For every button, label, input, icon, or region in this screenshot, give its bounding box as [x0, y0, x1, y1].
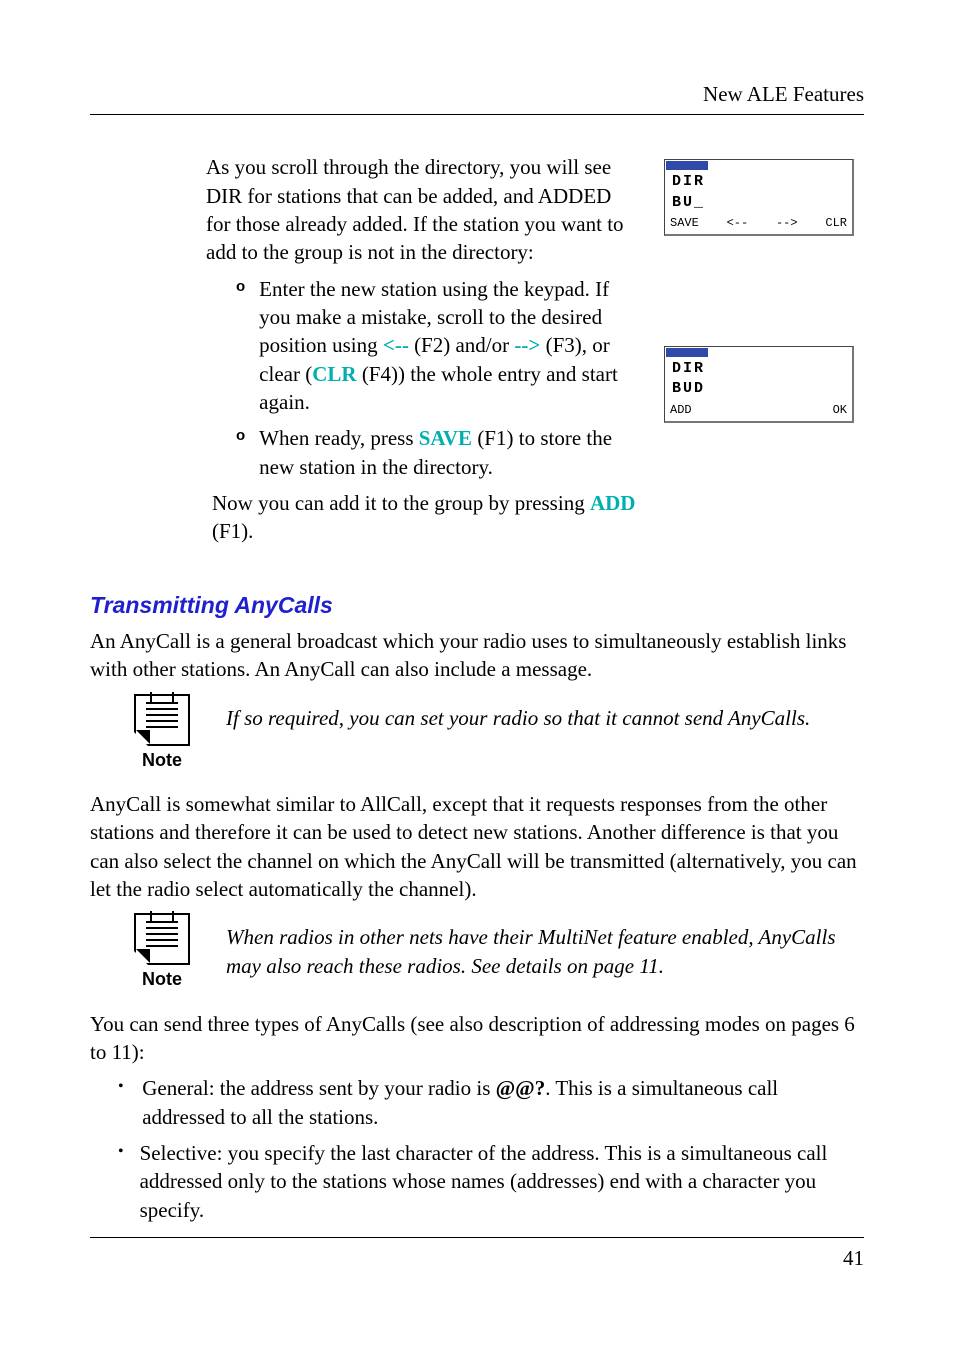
text: (F1).: [212, 519, 253, 543]
o-bullet-icon: o: [236, 424, 245, 481]
bullet-selective: • Selective: you specify the last charac…: [90, 1139, 864, 1224]
running-head: New ALE Features: [90, 80, 864, 115]
note-icon: [134, 694, 190, 746]
bullet-general: • General: the address sent by your radi…: [90, 1074, 864, 1131]
left-arrow-key: <--: [383, 333, 409, 357]
heading-transmitting-anycalls: Transmitting AnyCalls: [90, 590, 864, 621]
anycall-para-2: AnyCall is somewhat similar to AllCall, …: [90, 790, 864, 903]
lcd-screenshot-1: DIR BU_ SAVE <-- --> CLR: [664, 159, 854, 236]
lcd1-line1: DIR: [672, 172, 845, 192]
bullet-selective-text: Selective: you specify the last characte…: [140, 1139, 864, 1224]
note-2-text: When radios in other nets have their Mul…: [226, 913, 864, 980]
lcd-screenshot-2: DIR BUD ADD OK: [664, 346, 854, 423]
lcd1-line2: BU_: [672, 193, 845, 213]
sub-bullet-1-text: Enter the new station using the keypad. …: [259, 275, 640, 417]
page: New ALE Features As you scroll through t…: [0, 0, 954, 1352]
bullet-dot-icon: •: [118, 1139, 124, 1224]
lcd2-line1: DIR: [672, 359, 845, 379]
note-label: Note: [118, 967, 206, 991]
top-two-column: As you scroll through the directory, you…: [90, 153, 864, 545]
note-block-2: Note When radios in other nets have thei…: [90, 913, 864, 991]
right-arrow-key: -->: [514, 333, 540, 357]
top-text-block: As you scroll through the directory, you…: [90, 153, 640, 545]
lcd2-softkeys: ADD OK: [666, 402, 851, 420]
sub-bullet-2: o When ready, press SAVE (F1) to store t…: [206, 424, 640, 481]
motorola-logo: [666, 161, 708, 170]
bullet-dot-icon: •: [118, 1074, 126, 1131]
bullet-general-text: General: the address sent by your radio …: [142, 1074, 864, 1131]
text: General: the address sent by your radio …: [142, 1076, 495, 1100]
lcd1-softkeys: SAVE <-- --> CLR: [666, 215, 851, 233]
lcd2-soft-ok: OK: [833, 402, 847, 418]
lcd1-soft-save: SAVE: [670, 215, 699, 231]
lcd-column: DIR BU_ SAVE <-- --> CLR DIR BUD ADD: [664, 153, 864, 545]
save-key: SAVE: [419, 426, 472, 450]
motorola-logo: [666, 348, 708, 357]
general-address: @@?: [496, 1076, 546, 1100]
scroll-intro: As you scroll through the directory, you…: [206, 153, 640, 266]
clr-key: CLR: [312, 362, 356, 386]
lcd1-soft-left: <--: [727, 215, 749, 231]
lcd1-soft-clr: CLR: [825, 215, 847, 231]
note-1-text: If so required, you can set your radio s…: [226, 694, 864, 732]
sub-bullet-1: o Enter the new station using the keypad…: [206, 275, 640, 417]
lcd2-line2: BUD: [672, 379, 845, 399]
note-icon: [134, 913, 190, 965]
anycall-intro: An AnyCall is a general broadcast which …: [90, 627, 864, 684]
text: Now you can add it to the group by press…: [212, 491, 590, 515]
note-label: Note: [118, 748, 206, 772]
text: When ready, press: [259, 426, 419, 450]
note-block-1: Note If so required, you can set your ra…: [90, 694, 864, 772]
now-add-text: Now you can add it to the group by press…: [206, 489, 640, 546]
types-intro: You can send three types of AnyCalls (se…: [90, 1010, 864, 1067]
lcd1-soft-right: -->: [776, 215, 798, 231]
page-number: 41: [843, 1246, 864, 1270]
text: (F2) and/or: [409, 333, 515, 357]
add-key: ADD: [590, 491, 636, 515]
lcd2-soft-add: ADD: [670, 402, 692, 418]
o-bullet-icon: o: [236, 275, 245, 417]
sub-bullet-2-text: When ready, press SAVE (F1) to store the…: [259, 424, 640, 481]
page-footer: 41: [90, 1237, 864, 1272]
